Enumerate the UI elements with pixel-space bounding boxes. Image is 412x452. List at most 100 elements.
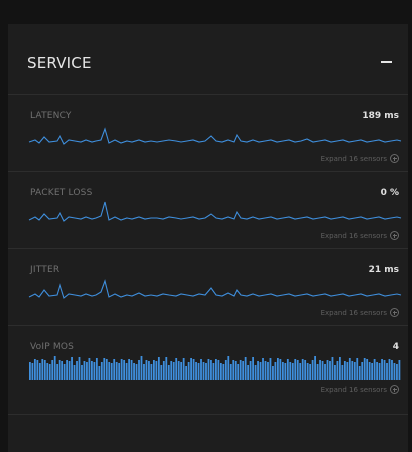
mos-bar (148, 361, 150, 380)
mos-bar (205, 363, 207, 380)
mos-bar (326, 360, 329, 380)
mos-bar (130, 360, 133, 380)
expand-label: Expand 16 sensors (320, 385, 387, 394)
minus-icon[interactable] (378, 51, 398, 71)
metric-label: PACKET LOSS (30, 188, 93, 198)
expand-sensors-link[interactable]: Expand 16 sensors (321, 231, 399, 240)
mos-bar (232, 360, 235, 380)
mos-bar (185, 366, 188, 380)
mos-bar (155, 361, 158, 380)
mos-bar (378, 363, 381, 380)
mos-bar (118, 363, 121, 380)
mos-bar (324, 364, 326, 380)
panel-title: SERVICE (27, 54, 92, 72)
service-panel: SERVICE LATENCY 189 ms Expand 16 sensors… (8, 24, 408, 452)
mos-bar (175, 358, 178, 380)
mos-bar (46, 363, 49, 380)
mos-bar (334, 365, 336, 380)
sparkline-chart (28, 279, 402, 299)
mos-bar (133, 363, 135, 380)
mos-bar (108, 362, 111, 380)
sparkline-chart (28, 201, 402, 222)
mos-bar (252, 357, 254, 380)
mos-bar (398, 360, 401, 380)
mos-bar (366, 359, 369, 380)
mos-bar (145, 360, 148, 380)
mos-bar (286, 359, 289, 380)
mos-bar (93, 362, 96, 380)
mos-bar (376, 362, 378, 380)
panel-divider (8, 414, 408, 415)
bar-sparkline-chart (29, 356, 401, 380)
mos-bar (177, 361, 180, 380)
mos-bar (66, 360, 68, 380)
mos-bar (207, 359, 210, 380)
mos-bar (309, 364, 312, 380)
mos-bar (393, 363, 396, 380)
mos-bar (51, 360, 54, 380)
mos-bar (222, 364, 225, 380)
mos-bar (254, 365, 257, 380)
sparkline-series-jitter (28, 279, 402, 299)
metric-row-latency: LATENCY 189 ms Expand 16 sensors (8, 94, 408, 172)
mos-bar (187, 362, 190, 380)
mos-bar (311, 360, 314, 380)
mos-bar (153, 360, 155, 380)
mos-bar (279, 359, 282, 380)
mos-bar (73, 365, 76, 380)
mos-bar (274, 362, 277, 380)
mos-bar (346, 362, 349, 380)
mos-bar (215, 359, 217, 380)
mos-bar (217, 360, 220, 380)
mos-bar (356, 358, 359, 380)
mos-bar (353, 362, 356, 380)
mos-bar (291, 363, 294, 380)
mos-bar (195, 362, 197, 380)
mos-bar (348, 358, 351, 380)
mos-bar (343, 361, 346, 380)
mos-bar (157, 357, 160, 380)
mos-bar (150, 364, 153, 380)
mos-bar (115, 362, 118, 380)
mos-bar (48, 364, 51, 380)
mos-bar (68, 361, 71, 380)
plus-circle-icon (390, 231, 399, 240)
mos-bar (78, 357, 81, 380)
expand-sensors-link[interactable]: Expand 16 sensors (321, 308, 399, 317)
mos-bar (202, 362, 205, 380)
mos-bar (224, 360, 227, 380)
mos-bar (43, 360, 46, 380)
mos-bar (299, 363, 302, 380)
mos-bar (210, 360, 212, 380)
mos-bar (165, 357, 168, 380)
mos-bar (229, 364, 232, 380)
mos-bar (125, 363, 128, 380)
mos-bar (76, 361, 78, 380)
mos-bar (321, 361, 324, 380)
mos-bar (61, 361, 64, 380)
mos-bar (306, 363, 309, 380)
mos-bar (316, 364, 319, 380)
panel-header: SERVICE (8, 24, 408, 94)
mos-bar (319, 360, 321, 380)
mos-bar (100, 362, 103, 380)
mos-bar (296, 360, 299, 380)
mos-bar (314, 356, 316, 380)
mos-bar (81, 365, 83, 380)
mos-bar (103, 358, 106, 380)
mos-bar (249, 361, 252, 380)
mos-bar (71, 357, 73, 380)
mos-bar (368, 362, 371, 380)
mos-bar (388, 359, 391, 380)
mos-bar (257, 361, 259, 380)
mos-bar (219, 363, 222, 380)
mos-bar (351, 361, 354, 380)
mos-bar (358, 366, 361, 380)
mos-bar (304, 360, 307, 380)
expand-sensors-link[interactable]: Expand 16 sensors (321, 385, 399, 394)
mos-bar (329, 361, 331, 380)
expand-label: Expand 16 sensors (320, 308, 387, 317)
expand-sensors-link[interactable]: Expand 16 sensors (321, 154, 399, 163)
mos-bar (383, 360, 386, 380)
mos-bar (33, 359, 36, 380)
